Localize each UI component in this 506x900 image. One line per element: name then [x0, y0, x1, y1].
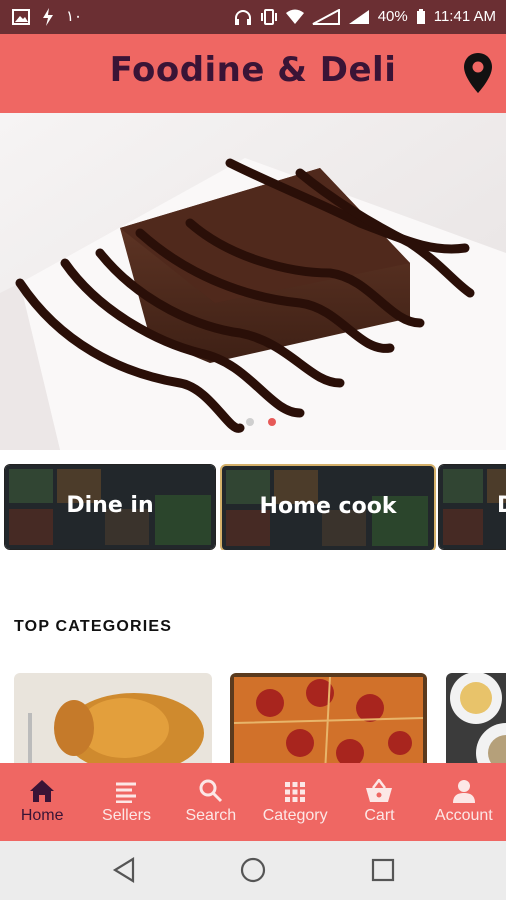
wifi-icon: [285, 9, 304, 24]
brownie-image: [0, 113, 506, 450]
category-cards: [0, 673, 506, 765]
bottom-navigation: Home Sellers Search Category Cart Accoun…: [0, 763, 506, 841]
category-card-chicken[interactable]: [14, 673, 212, 765]
carousel-indicator: [246, 418, 276, 426]
headphones-icon: [234, 10, 251, 25]
chip-partial[interactable]: D: [438, 464, 506, 550]
chip-label: Dine in: [66, 493, 154, 518]
carousel-dot-active[interactable]: [268, 418, 276, 426]
nav-search[interactable]: Search: [169, 763, 253, 841]
battery-percent: 40%: [377, 8, 408, 25]
carousel-dot[interactable]: [246, 418, 254, 426]
chip-dine-in[interactable]: Dine in: [4, 464, 216, 550]
search-icon: [199, 779, 222, 803]
signal-2-icon: [348, 10, 369, 24]
app-bar: Foodine & Deli: [0, 34, 506, 113]
nav-label: Search: [185, 807, 237, 824]
chip-label: Home cook: [259, 494, 397, 519]
category-card-pizza[interactable]: [230, 673, 427, 765]
recents-icon[interactable]: [371, 858, 395, 882]
grid-icon: [285, 782, 306, 802]
home-icon: [30, 780, 55, 802]
roast-chicken-image: [14, 673, 212, 765]
nav-label: Cart: [364, 807, 395, 824]
vibrate-icon: [260, 9, 277, 25]
dishes-image: [446, 673, 506, 765]
image-icon: [12, 9, 30, 25]
status-left-text: ١٠: [66, 8, 83, 25]
signal-icon: [312, 9, 340, 25]
app-title: Foodine & Deli: [109, 50, 397, 90]
hero-carousel[interactable]: [0, 113, 506, 450]
nav-label: Sellers: [102, 807, 151, 824]
section-title-top-categories: TOP CATEGORIES: [14, 618, 173, 635]
nav-label: Category: [262, 807, 328, 824]
list-icon: [116, 782, 137, 803]
person-icon: [452, 780, 475, 803]
chip-label: D: [497, 493, 506, 518]
nav-cart[interactable]: Cart: [337, 763, 421, 841]
home-circle-icon[interactable]: [240, 857, 266, 883]
nav-label: Home: [20, 807, 64, 824]
nav-label: Account: [434, 807, 493, 824]
nav-sellers[interactable]: Sellers: [84, 763, 168, 841]
category-card-partial[interactable]: [446, 673, 506, 765]
system-nav-bar: [0, 841, 506, 900]
flash-icon: [43, 8, 53, 26]
nav-category[interactable]: Category: [253, 763, 337, 841]
status-bar: ١٠ 40% 11:41 AM: [0, 0, 506, 34]
nav-home[interactable]: Home: [0, 763, 84, 841]
nav-account[interactable]: Account: [422, 763, 506, 841]
battery-icon: [416, 9, 425, 24]
clock: 11:41 AM: [433, 8, 496, 25]
quick-chips: Dine in Home cook D: [0, 464, 506, 550]
location-pin-icon[interactable]: [462, 52, 494, 94]
back-icon[interactable]: [112, 857, 136, 883]
pizza-image: [230, 673, 427, 765]
chip-home-cook[interactable]: Home cook: [220, 464, 436, 550]
basket-icon: [366, 779, 393, 802]
